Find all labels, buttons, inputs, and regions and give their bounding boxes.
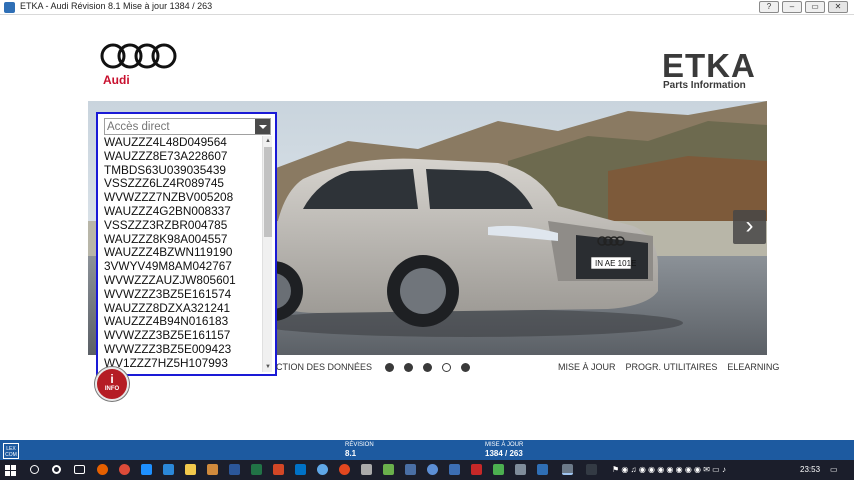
app-icon-generic[interactable] — [427, 464, 438, 475]
app-icon-generic[interactable] — [207, 464, 218, 475]
vin-list-item[interactable]: VSSZZZ6LZ4R089745 — [104, 177, 262, 191]
notifications-icon[interactable]: ▭ — [830, 465, 838, 474]
app-icon-active[interactable] — [562, 464, 573, 475]
chrome-icon[interactable] — [119, 464, 130, 475]
scroll-up-icon[interactable]: ▲ — [263, 136, 273, 146]
window-controls: ? – ▭ ✕ — [759, 1, 848, 13]
direct-access-input[interactable] — [107, 120, 255, 134]
lexcom-logo: LEX COM — [3, 443, 19, 459]
vin-list-scrollbar[interactable]: ▲ ▼ — [262, 136, 272, 372]
update-label: MISE À JOUR — [485, 442, 524, 448]
search-icon[interactable] — [30, 465, 39, 474]
revision-label: RÉVISION — [345, 442, 374, 448]
carousel-dot-active[interactable] — [442, 363, 451, 372]
direct-access-combobox[interactable] — [104, 118, 271, 135]
excel-icon[interactable] — [251, 464, 262, 475]
nav-link-elearning[interactable]: ELEARNING — [727, 362, 779, 372]
powerpoint-icon[interactable] — [273, 464, 284, 475]
app-icon-generic[interactable] — [493, 464, 504, 475]
app-icon-generic[interactable] — [586, 464, 597, 475]
window-title: ETKA - Audi Révision 8.1 Mise à jour 138… — [20, 1, 213, 11]
vin-list-item[interactable]: TMBDS63U039035439 — [104, 163, 262, 178]
direct-access-dropdown: WAUZZZ4L48D049564 WAUZZZ8E73A228607 TMBD… — [96, 112, 277, 376]
close-button[interactable]: ✕ — [828, 1, 848, 13]
vin-list-item[interactable]: 3VWYV49M8AM042767 — [104, 259, 262, 274]
app-icon-generic[interactable] — [471, 464, 482, 475]
product-title: ETKA — [662, 47, 756, 84]
carousel-dot[interactable] — [404, 363, 413, 372]
nav-links: MISE À JOUR PROGR. UTILITAIRES ELEARNING — [558, 362, 779, 372]
app-icon-generic[interactable] — [317, 464, 328, 475]
nav-link-data-selection[interactable]: CTION DES DONNÉES — [276, 362, 372, 372]
windows-taskbar: ⚑ ◉ ♫ ◉ ◉ ◉ ◉ ◉ ◉ ◉ ✉ ▭ ♪ 23:53 ▭ — [0, 460, 854, 480]
minimize-button[interactable]: – — [782, 1, 802, 13]
maximize-button[interactable]: ▭ — [805, 1, 825, 13]
vin-history-list: WAUZZZ4L48D049564 WAUZZZ8E73A228607 TMBD… — [104, 136, 262, 372]
app-icon-generic[interactable] — [361, 464, 372, 475]
product-subtitle: Parts Information — [663, 80, 746, 91]
window-titlebar: ETKA - Audi Révision 8.1 Mise à jour 138… — [0, 0, 854, 15]
audi-rings-logo — [100, 43, 177, 69]
vin-list-item[interactable]: WVWZZZ3BZ5E009423 — [104, 342, 262, 357]
revision-info: RÉVISION 8.1 — [345, 442, 374, 458]
brand-name: Audi — [103, 73, 130, 87]
app-icon-generic[interactable] — [405, 464, 416, 475]
cortana-icon[interactable] — [52, 465, 61, 474]
windows-start-icon[interactable] — [5, 465, 16, 476]
file-explorer-icon[interactable] — [185, 464, 196, 475]
vin-list-item[interactable]: VSSZZZ3RZBR004785 — [104, 218, 262, 233]
vin-list-item[interactable]: WAUZZZ8E73A228607 — [104, 149, 262, 164]
outlook-icon[interactable] — [295, 464, 306, 475]
info-label: INFO — [104, 386, 120, 392]
word-icon[interactable] — [229, 464, 240, 475]
info-button[interactable]: i INFO — [95, 367, 129, 401]
scroll-down-icon[interactable]: ▼ — [263, 362, 273, 372]
vin-list-item[interactable]: WVWZZZ7NZBV005208 — [104, 190, 262, 205]
tray-icons[interactable]: ⚑ ◉ ♫ ◉ ◉ ◉ ◉ ◉ ◉ ◉ ✉ ▭ ♪ — [612, 465, 726, 474]
vin-list-item[interactable]: WAUZZZ4L48D049564 — [104, 136, 262, 150]
nav-link-utilities[interactable]: PROGR. UTILITAIRES — [626, 362, 718, 372]
vin-list-item[interactable]: WVWZZZ3BZ5E161157 — [104, 328, 262, 343]
carousel-dot[interactable] — [385, 363, 394, 372]
etka-taskbar-icon[interactable] — [537, 464, 548, 475]
update-info: MISE À JOUR 1384 / 263 — [485, 442, 524, 458]
carousel-indicators — [385, 363, 470, 372]
update-value: 1384 / 263 — [485, 449, 523, 458]
revision-value: 8.1 — [345, 449, 357, 458]
status-bar: LEX COM RÉVISION 8.1 MISE À JOUR 1384 / … — [0, 440, 854, 460]
vin-list-item[interactable]: WAUZZZ4BZWN119190 — [104, 246, 262, 260]
firefox-icon[interactable] — [97, 464, 108, 475]
carousel-dot[interactable] — [423, 363, 432, 372]
app-icon-generic[interactable] — [339, 464, 350, 475]
carousel-next-button[interactable]: › — [733, 210, 766, 244]
store-icon[interactable] — [163, 464, 174, 475]
app-icon-generic[interactable] — [515, 464, 526, 475]
vin-list-item[interactable]: WVWZZZAUZJW805601 — [104, 273, 262, 288]
task-view-icon[interactable] — [74, 465, 85, 474]
scroll-thumb[interactable] — [264, 147, 272, 237]
vin-list-item[interactable]: WAUZZZ8DZXA321241 — [104, 301, 262, 316]
vin-list-item[interactable]: WAUZZZ4B94N016183 — [104, 315, 262, 329]
chevron-down-icon[interactable] — [255, 119, 270, 134]
app-icon-generic[interactable] — [449, 464, 460, 475]
vin-list-item[interactable]: WAUZZZ8K98A004557 — [104, 232, 262, 247]
help-button[interactable]: ? — [759, 1, 779, 13]
edge-icon[interactable] — [141, 464, 152, 475]
carousel-dot[interactable] — [461, 363, 470, 372]
vin-list-item[interactable]: WVWZZZ3BZ5E161574 — [104, 287, 262, 302]
nav-link-update[interactable]: MISE À JOUR — [558, 362, 616, 372]
app-icon — [4, 2, 15, 13]
license-plate: IN AE 101E — [595, 259, 636, 268]
vin-list-item[interactable]: WAUZZZ4G2BN008337 — [104, 204, 262, 219]
app-icon-generic[interactable] — [383, 464, 394, 475]
taskbar-clock[interactable]: 23:53 — [800, 465, 820, 474]
info-icon: i — [110, 372, 114, 386]
vin-list-item[interactable]: WV1ZZZ7HZ5H107993 — [104, 356, 262, 371]
